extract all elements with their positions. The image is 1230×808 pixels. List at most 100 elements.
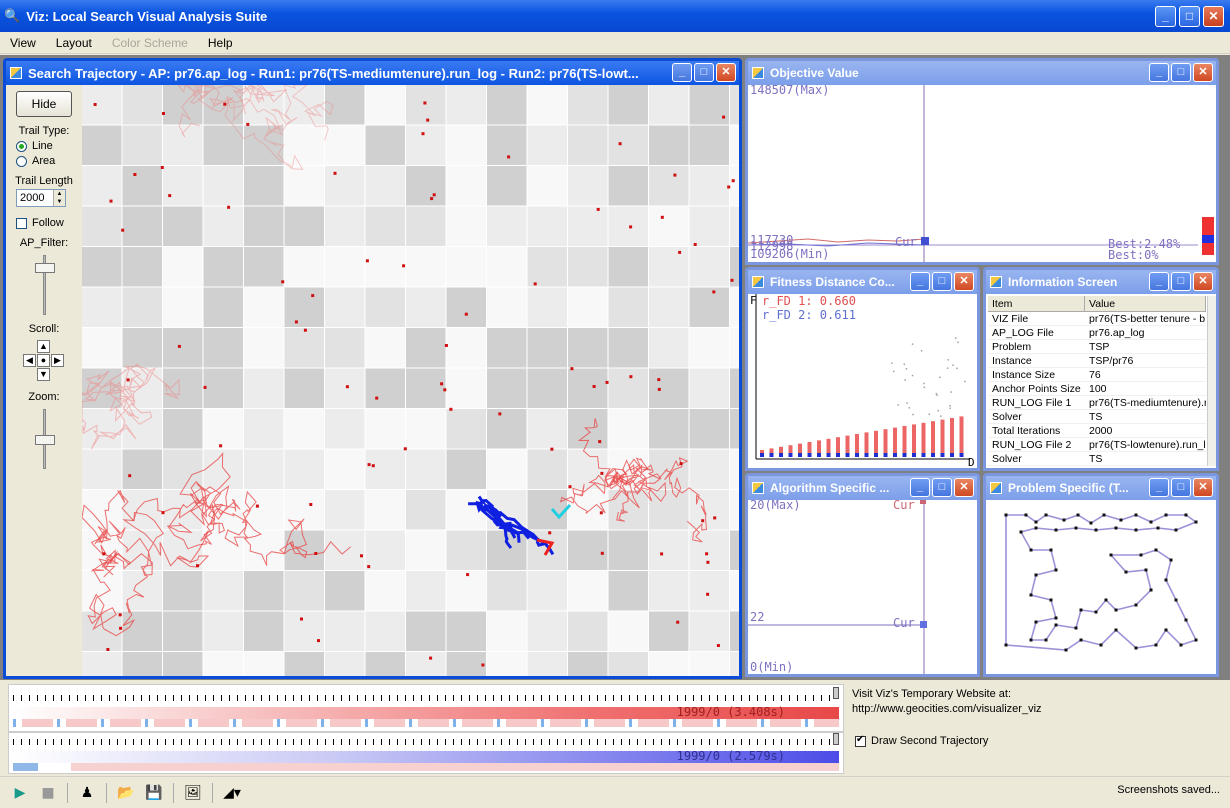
- zoom-dropdown-icon[interactable]: ◢▾: [220, 781, 244, 805]
- scroll-center-icon[interactable]: ●: [37, 354, 50, 367]
- objective-cur-label: Cur: [895, 235, 917, 249]
- info-value-cell: 76: [1089, 369, 1101, 381]
- problem-specific-window: Problem Specific (T... _ □ ✕: [983, 473, 1219, 677]
- scroll-up-icon[interactable]: ▲: [37, 340, 50, 353]
- follow-checkbox[interactable]: Follow: [16, 217, 78, 229]
- info-table-row[interactable]: Instance TSP/pr76: [988, 354, 1206, 368]
- slider-thumb[interactable]: [35, 435, 55, 445]
- info-table-row[interactable]: RUN_LOG File 1 pr76(TS-mediumtenure).r: [988, 396, 1206, 410]
- fitness-distance-titlebar[interactable]: Fitness Distance Co... _ □ ✕: [748, 270, 977, 294]
- timeline-run2-thumb[interactable]: [833, 733, 839, 745]
- play-icon[interactable]: ▶: [8, 781, 32, 805]
- scroll-right-icon[interactable]: ▶: [51, 354, 64, 367]
- info-header-value[interactable]: Value: [1085, 296, 1206, 311]
- child-maximize-button[interactable]: □: [694, 63, 714, 82]
- ap-filter-slider[interactable]: [29, 255, 59, 315]
- trail-type-line-label: Line: [32, 140, 53, 152]
- trajectory-canvas[interactable]: [81, 85, 739, 676]
- info-table-row[interactable]: Solver TS: [988, 452, 1206, 466]
- child-minimize-button[interactable]: _: [672, 63, 692, 82]
- child-minimize-button[interactable]: _: [1149, 478, 1169, 497]
- maximize-button[interactable]: □: [1179, 6, 1200, 27]
- algorithm-specific-titlebar[interactable]: Algorithm Specific ... _ □ ✕: [748, 476, 977, 500]
- open-folder-icon[interactable]: 📂: [114, 781, 138, 805]
- info-table-row[interactable]: AP_LOG File pr76.ap_log: [988, 326, 1206, 340]
- website-link[interactable]: http://www.geocities.com/visualizer_viz: [852, 702, 1042, 717]
- objective-value-window: Objective Value _ □ ✕ 148507(Max) 117730…: [745, 58, 1219, 265]
- child-close-button[interactable]: ✕: [1193, 272, 1213, 291]
- screenshot-icon[interactable]: 🖼: [181, 781, 205, 805]
- menu-layout[interactable]: Layout: [46, 36, 102, 50]
- child-maximize-button[interactable]: □: [1171, 478, 1191, 497]
- menu-view[interactable]: View: [0, 36, 46, 50]
- menubar: View Layout Color Scheme Help: [0, 32, 1230, 54]
- child-minimize-button[interactable]: _: [910, 478, 930, 497]
- timeline-run2[interactable]: 1999/0 (2.579s): [8, 732, 844, 774]
- info-value-cell: TSP/pr76: [1089, 355, 1134, 367]
- child-close-button[interactable]: ✕: [1193, 63, 1213, 82]
- trail-type-line-radio[interactable]: Line: [16, 140, 78, 152]
- trail-length-label: Trail Length: [15, 175, 73, 187]
- problem-specific-titlebar[interactable]: Problem Specific (T... _ □ ✕: [986, 476, 1216, 500]
- timeline-run1-thumb[interactable]: [833, 687, 839, 699]
- info-table-rows: VIZ File pr76(TS-better tenure - b AP_LOG …: [988, 312, 1206, 466]
- info-item-cell: Problem: [992, 341, 1032, 353]
- info-header-item[interactable]: Item: [988, 296, 1085, 311]
- child-close-button[interactable]: ✕: [1193, 478, 1213, 497]
- info-table-row[interactable]: Anchor Points Size 100: [988, 382, 1206, 396]
- child-minimize-button[interactable]: _: [910, 272, 930, 291]
- info-table-row[interactable]: VIZ File pr76(TS-better tenure - b: [988, 312, 1206, 326]
- info-table-row[interactable]: Instance Size 76: [988, 368, 1206, 382]
- scroll-down-icon[interactable]: ▼: [37, 368, 50, 381]
- ap-filter-label: AP_Filter:: [19, 237, 69, 249]
- child-maximize-button[interactable]: □: [1171, 272, 1191, 291]
- info-table-row[interactable]: Total Iterations 2000: [988, 424, 1206, 438]
- fdc-r2-label: r_FD 2: 0.611: [762, 308, 856, 322]
- window-icon: [10, 67, 22, 79]
- information-screen-window: Information Screen _ □ ✕ Item Value VIZ …: [983, 267, 1219, 471]
- child-close-button[interactable]: ✕: [954, 272, 974, 291]
- hide-button[interactable]: Hide: [16, 91, 72, 117]
- draw-second-trajectory-checkbox[interactable]: Draw Second Trajectory: [855, 734, 988, 747]
- trail-type-area-radio[interactable]: Area: [16, 155, 78, 167]
- algo-min-label: 0(Min): [750, 660, 794, 674]
- information-screen-titlebar[interactable]: Information Screen _ □ ✕: [986, 270, 1216, 294]
- stepper-arrows-icon[interactable]: ▲ ▼: [53, 190, 65, 206]
- child-maximize-button[interactable]: □: [932, 272, 952, 291]
- slider-thumb[interactable]: [35, 263, 55, 273]
- window-icon: [752, 276, 764, 288]
- search-trajectory-titlebar[interactable]: Search Trajectory - AP: pr76.ap_log - Ru…: [6, 61, 739, 85]
- trajectory-plot[interactable]: [81, 85, 739, 676]
- minimize-button[interactable]: _: [1155, 6, 1176, 27]
- algo-cur-top-label: Cur: [893, 500, 915, 512]
- info-item-cell: Instance Size: [992, 369, 1056, 381]
- child-minimize-button[interactable]: _: [1149, 63, 1169, 82]
- child-maximize-button[interactable]: □: [1171, 63, 1191, 82]
- child-close-button[interactable]: ✕: [954, 478, 974, 497]
- search-trajectory-body: Hide Trail Type: Line Area Trail Length …: [6, 85, 739, 676]
- tsp-tour-plot: [1004, 513, 1198, 652]
- info-item-cell: RUN_LOG File 1: [992, 397, 1072, 409]
- stop-icon[interactable]: ■: [36, 781, 60, 805]
- menu-help[interactable]: Help: [198, 36, 243, 50]
- marker-icon[interactable]: ♟: [75, 781, 99, 805]
- timeline-run1[interactable]: 1999/0 (3.408s): [8, 684, 844, 732]
- fdc-axis-d: D: [968, 456, 975, 468]
- close-button[interactable]: ✕: [1203, 6, 1224, 27]
- trail-length-stepper[interactable]: 2000 ▲ ▼: [16, 189, 66, 207]
- objective-value-titlebar[interactable]: Objective Value _ □ ✕: [748, 61, 1216, 85]
- child-minimize-button[interactable]: _: [1149, 272, 1169, 291]
- menu-color-scheme[interactable]: Color Scheme: [102, 36, 198, 50]
- info-table-row[interactable]: Problem TSP: [988, 340, 1206, 354]
- save-icon[interactable]: 💾: [142, 781, 166, 805]
- scroll-left-icon[interactable]: ◀: [23, 354, 36, 367]
- fitness-distance-window: Fitness Distance Co... _ □ ✕ F D r_FD 1:…: [745, 267, 980, 471]
- info-table-row[interactable]: RUN_LOG File 2 pr76(TS-lowtenure).run_l: [988, 438, 1206, 452]
- zoom-slider[interactable]: [29, 409, 59, 469]
- child-close-button[interactable]: ✕: [716, 63, 736, 82]
- info-scrollbar[interactable]: [1207, 296, 1216, 466]
- app-title: Viz: Local Search Visual Analysis Suite: [26, 8, 268, 24]
- info-item-cell: Total Iterations: [992, 425, 1061, 437]
- child-maximize-button[interactable]: □: [932, 478, 952, 497]
- info-table-row[interactable]: Solver TS: [988, 410, 1206, 424]
